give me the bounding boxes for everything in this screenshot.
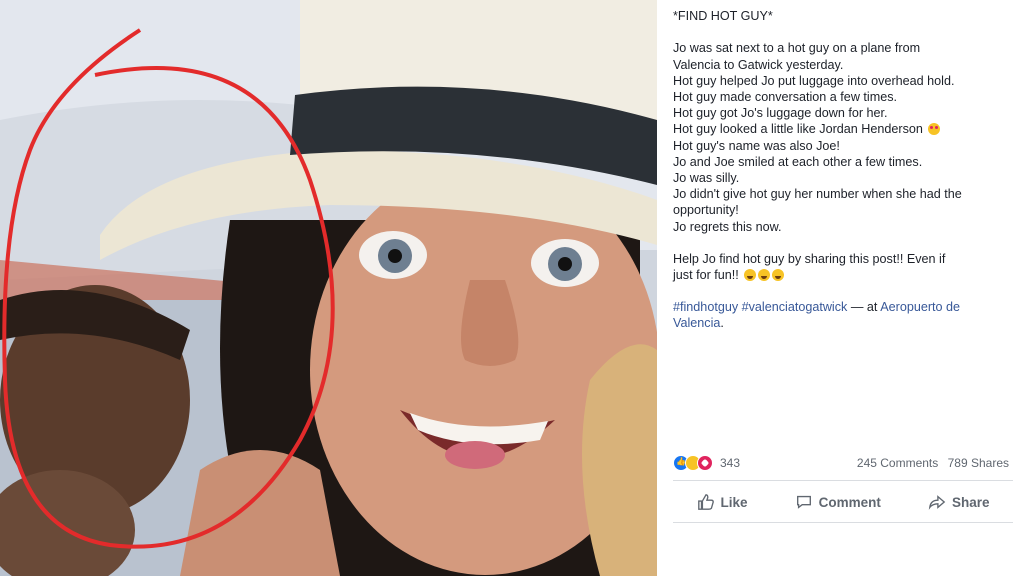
divider: [673, 480, 1013, 481]
shares-count[interactable]: 789 Shares: [948, 456, 1009, 470]
help-line-text: just for fun!!: [673, 268, 739, 283]
location-link[interactable]: Valencia: [673, 316, 720, 330]
reaction-bar: 343 245 Comments 789 Shares: [673, 454, 1013, 472]
laughing-emoji-icon: [758, 269, 771, 282]
post-line: Jo was silly.: [673, 171, 740, 186]
share-button[interactable]: Share: [920, 489, 998, 515]
post-line: opportunity!: [673, 203, 739, 218]
love-icon: [697, 455, 713, 471]
location-suffix: .: [720, 316, 724, 331]
post-line-with-emoji: Hot guy looked a little like Jordan Hend…: [673, 121, 1013, 137]
laughing-emoji-icon: [772, 269, 785, 282]
like-button[interactable]: Like: [689, 489, 756, 515]
post-panel: *FIND HOT GUY* Jo was sat next to a hot …: [657, 0, 1024, 576]
thumbs-up-icon: [697, 494, 714, 510]
reaction-count[interactable]: 343: [720, 456, 740, 470]
share-arrow-icon: [928, 495, 946, 510]
post-line: Hot guy's name was also Joe!: [673, 138, 840, 153]
post-title: *FIND HOT GUY*: [673, 9, 773, 23]
location-line: Valencia.: [673, 315, 1013, 331]
comment-label: Comment: [818, 494, 881, 510]
divider: [673, 522, 1013, 523]
post-line: Hot guy helped Jo put luggage into overh…: [673, 73, 955, 88]
help-line-with-emoji: just for fun!!: [673, 267, 1013, 283]
post-line: [673, 24, 1013, 40]
laughing-emoji-icon: [744, 269, 757, 282]
post-line: Jo regrets this now.: [673, 219, 782, 234]
selfie-illustration: [0, 0, 657, 576]
engagement-counts: 245 Comments 789 Shares: [851, 456, 1009, 470]
location-prefix: — at: [847, 300, 881, 315]
share-label: Share: [951, 494, 990, 510]
help-line: Help Jo find hot guy by sharing this pos…: [673, 251, 946, 266]
post-line: Hot guy made conversation a few times.: [673, 90, 897, 105]
post-line: Valencia to Gatwick yesterday.: [673, 57, 844, 72]
comment-button[interactable]: Comment: [787, 489, 889, 515]
heart-eyes-emoji-icon: [928, 123, 941, 136]
location-link[interactable]: Aeropuerto de: [880, 300, 960, 314]
hashtags-link[interactable]: #findhotguy #valenciatogatwick: [673, 300, 847, 314]
post-photo[interactable]: [0, 0, 657, 576]
action-bar: Like Comment Share: [673, 486, 1013, 518]
screenshot: *FIND HOT GUY* Jo was sat next to a hot …: [0, 0, 1024, 576]
comments-count[interactable]: 245 Comments: [857, 456, 938, 470]
comment-icon: [796, 495, 811, 509]
post-line-text: Hot guy looked a little like Jordan Hend…: [673, 122, 923, 137]
post-line: Jo and Joe smiled at each other a few ti…: [673, 154, 923, 169]
post-text: *FIND HOT GUY* Jo was sat next to a hot …: [673, 8, 1013, 332]
post-line: Hot guy got Jo's luggage down for her.: [673, 106, 888, 121]
post-line: Jo was sat next to a hot guy on a plane …: [673, 41, 921, 56]
post-line: Jo didn't give hot guy her number when s…: [673, 187, 962, 202]
hashtag-line: #findhotguy #valenciatogatwick — at Aero…: [673, 299, 1013, 315]
like-label: Like: [720, 494, 748, 510]
